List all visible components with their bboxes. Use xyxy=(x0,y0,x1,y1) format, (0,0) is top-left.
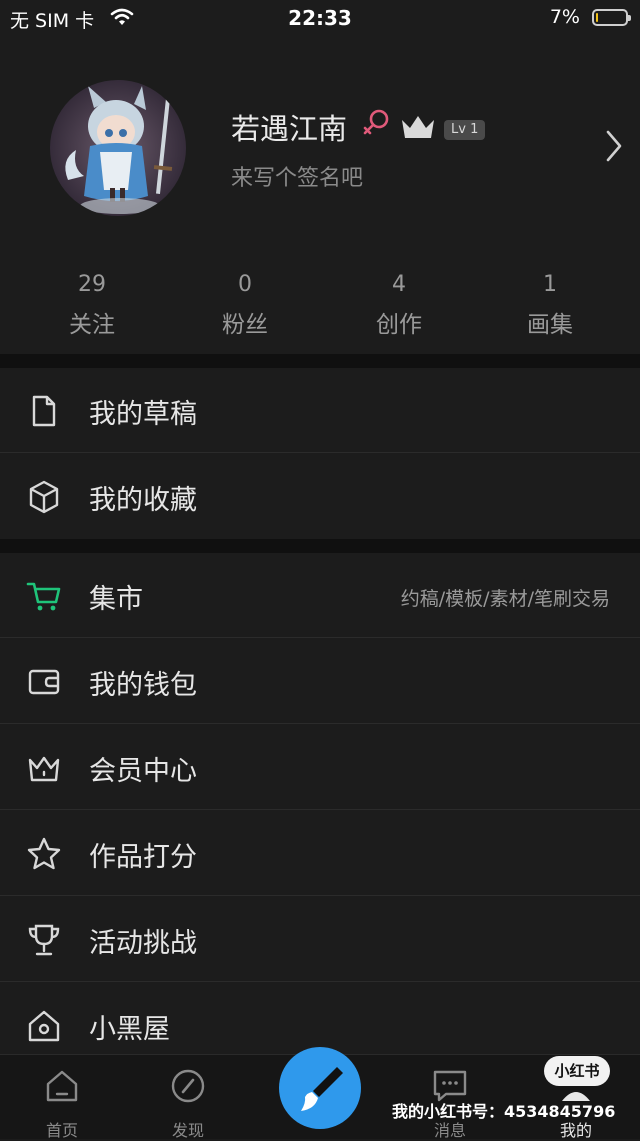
market-description: 约稿/模板/素材/笔刷交易 xyxy=(400,588,610,610)
menu-item-label: 会员中心 xyxy=(89,756,197,787)
trophy-icon xyxy=(28,924,60,956)
stat-works[interactable]: 4 创作 xyxy=(339,272,459,339)
clock: 22:33 xyxy=(288,6,352,30)
cart-icon xyxy=(26,582,61,611)
divider xyxy=(0,981,640,982)
menu-item-label: 我的草稿 xyxy=(89,399,197,430)
menu-item-favorites[interactable]: 我的收藏 xyxy=(0,454,640,539)
level-badge: Lv 1 xyxy=(444,120,486,140)
divider xyxy=(0,895,640,896)
watermark-badge: 小红书 xyxy=(544,1056,610,1086)
divider xyxy=(0,452,640,453)
divider xyxy=(0,637,640,638)
brush-icon xyxy=(301,1067,343,1111)
menu-item-label: 我的收藏 xyxy=(89,485,197,516)
box-icon xyxy=(29,480,59,514)
section-divider xyxy=(0,539,640,553)
menu-item-label: 活动挑战 xyxy=(89,928,197,959)
menu-item-market[interactable]: 集市 约稿/模板/素材/笔刷交易 xyxy=(0,553,640,638)
battery-level xyxy=(596,13,598,22)
home-icon xyxy=(46,1070,78,1102)
menu-item-label: 集市 xyxy=(89,584,143,615)
create-button[interactable] xyxy=(279,1047,361,1129)
avatar-illustration xyxy=(50,80,186,216)
tab-home[interactable]: 首页 xyxy=(7,1055,117,1140)
menu-item-label: 我的钱包 xyxy=(89,670,197,701)
crown-icon xyxy=(402,116,434,138)
menu-item-drafts[interactable]: 我的草稿 xyxy=(0,368,640,453)
stat-value: 1 xyxy=(543,272,557,297)
tab-label: 发现 xyxy=(171,1121,204,1140)
star-icon xyxy=(27,837,61,870)
menu-item-challenges[interactable]: 活动挑战 xyxy=(0,897,640,982)
stat-label: 粉丝 xyxy=(222,312,268,338)
tab-messages[interactable]: 消息 xyxy=(395,1055,505,1140)
stat-following[interactable]: 29 关注 xyxy=(32,272,152,339)
stat-value: 0 xyxy=(238,272,252,297)
menu-item-membership[interactable]: 会员中心 xyxy=(0,725,640,810)
stat-value: 4 xyxy=(392,272,406,297)
chevron-right-icon[interactable] xyxy=(603,128,625,164)
wallet-icon xyxy=(28,669,60,695)
stat-label: 画集 xyxy=(527,312,573,338)
stat-label: 关注 xyxy=(69,312,115,338)
crown-icon xyxy=(28,756,60,782)
menu-item-label: 小黑屋 xyxy=(89,1014,170,1045)
stat-albums[interactable]: 1 画集 xyxy=(490,272,610,339)
profile-header[interactable]: 若遇江南 Lv 1 来写个签名吧 29 关注 0 粉丝 4 创作 1 画集 xyxy=(0,36,640,354)
battery-icon xyxy=(592,9,631,26)
female-icon xyxy=(363,109,389,135)
avatar[interactable] xyxy=(50,80,186,216)
document-icon xyxy=(32,395,56,427)
tab-discover[interactable]: 发现 xyxy=(133,1055,243,1140)
stat-label: 创作 xyxy=(376,312,422,338)
signature[interactable]: 来写个签名吧 xyxy=(231,160,363,192)
section-divider xyxy=(0,354,640,368)
watermark-text: 我的小红书号：4534845796 xyxy=(392,1102,616,1121)
compass-icon xyxy=(171,1069,205,1103)
stat-value: 29 xyxy=(78,272,106,297)
username: 若遇江南 xyxy=(231,112,348,146)
menu-item-label: 作品打分 xyxy=(89,842,197,873)
battery-percent: 7% xyxy=(549,6,580,28)
tab-label: 首页 xyxy=(45,1121,78,1140)
divider xyxy=(0,723,640,724)
divider xyxy=(0,809,640,810)
status-bar: 无 SIM 卡 22:33 7% xyxy=(0,0,640,36)
stat-followers[interactable]: 0 粉丝 xyxy=(185,272,305,339)
menu-item-wallet[interactable]: 我的钱包 xyxy=(0,639,640,724)
menu-item-rating[interactable]: 作品打分 xyxy=(0,811,640,896)
home-lock-icon xyxy=(28,1010,60,1042)
